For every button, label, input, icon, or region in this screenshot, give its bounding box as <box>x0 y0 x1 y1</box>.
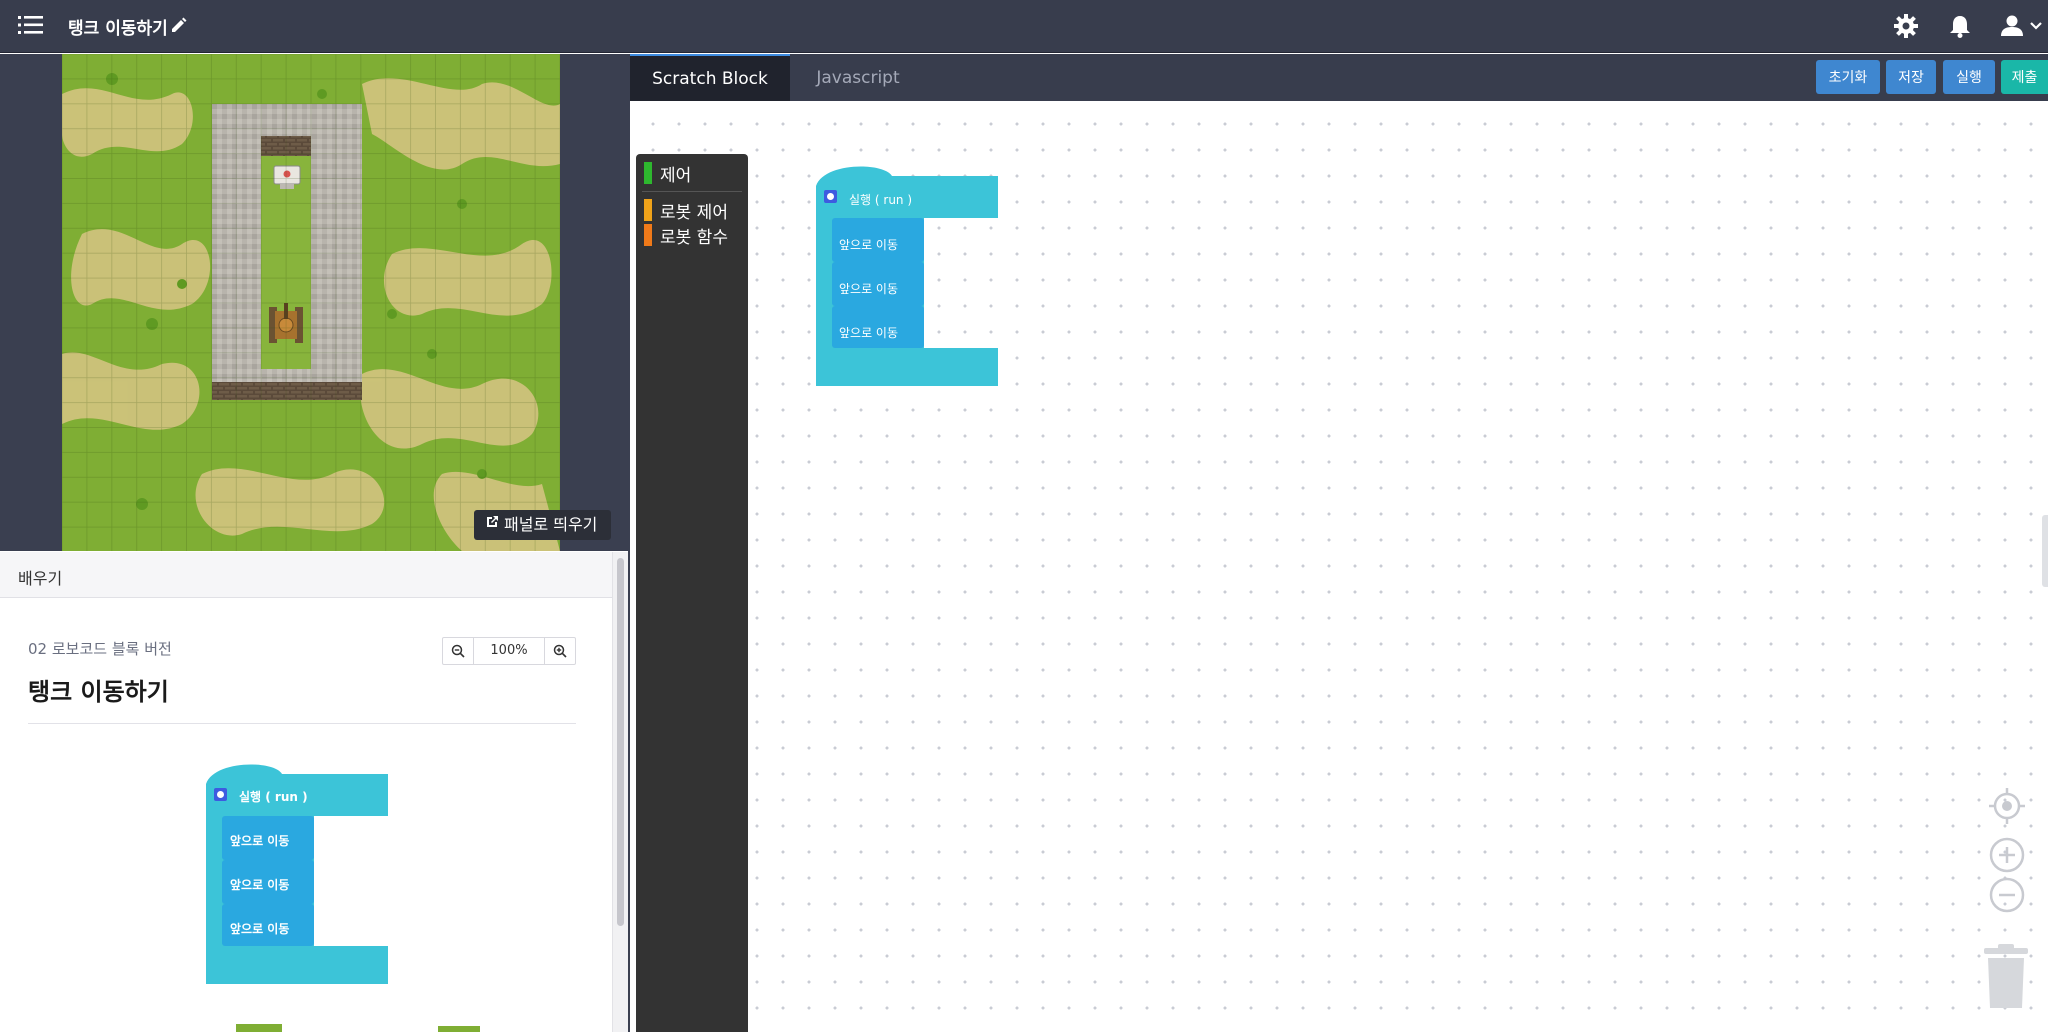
scrollbar-thumb[interactable] <box>617 558 624 926</box>
lesson-move-label: 앞으로 이동 <box>230 922 290 936</box>
lesson-scrollbar[interactable] <box>612 552 628 1032</box>
popout-panel-button[interactable]: 패널로 띄우기 <box>474 510 612 540</box>
learn-tab-header[interactable]: 배우기 <box>0 552 612 598</box>
toolbox-category-robot-control[interactable]: 로봇 제어 <box>644 199 728 223</box>
lesson-title: 탱크 이동하기 <box>28 678 169 706</box>
game-panel <box>0 54 628 551</box>
popout-label: 패널로 띄우기 <box>504 515 598 534</box>
trash-icon[interactable] <box>1982 944 2030 1014</box>
lesson-content: 02 로보코드 블록 버전 100% 탱크 이동하기 실행 ( run ) 앞으… <box>0 598 612 1032</box>
category-color-swatch <box>644 199 652 221</box>
category-color-swatch <box>644 162 652 184</box>
zoom-out-icon[interactable] <box>443 638 473 664</box>
block-toolbox: 제어 로봇 제어 로봇 함수 <box>636 154 748 1032</box>
flyout-handle[interactable] <box>2042 515 2048 587</box>
menu-icon[interactable] <box>18 14 44 36</box>
category-label: 로봇 함수 <box>660 227 728 248</box>
zoom-in-icon[interactable] <box>1989 837 2025 877</box>
settings-gear-icon[interactable] <box>1892 12 1920 40</box>
move-block-label: 앞으로 이동 <box>839 326 899 340</box>
lesson-map-thumbnail <box>438 1026 480 1032</box>
divider <box>28 723 576 724</box>
run-block-label: 실행 ( run ) <box>849 193 913 207</box>
toolbox-category-control[interactable]: 제어 <box>644 162 692 186</box>
lesson-subtitle: 02 로보코드 블록 버전 <box>28 640 172 658</box>
lesson-move-label: 앞으로 이동 <box>230 834 290 848</box>
tab-javascript[interactable]: Javascript <box>790 54 926 101</box>
top-bar: 탱크 이동하기 <box>0 0 2048 53</box>
editor-tab-bar: Scratch Block Javascript 초기화 저장 실행 제출 <box>630 54 2048 101</box>
zoom-out-icon[interactable] <box>1989 877 2025 917</box>
zoom-level: 100% <box>473 638 545 664</box>
submit-button[interactable]: 제출 <box>2001 60 2048 94</box>
page-title: 탱크 이동하기 <box>68 19 168 39</box>
run-button[interactable]: 실행 <box>1943 60 1995 94</box>
toolbox-category-robot-function[interactable]: 로봇 함수 <box>644 224 728 248</box>
game-map <box>62 54 560 551</box>
lesson-zoom-control: 100% <box>442 637 576 665</box>
category-color-swatch <box>644 224 652 246</box>
tab-scratch-block[interactable]: Scratch Block <box>630 54 790 101</box>
category-label: 로봇 제어 <box>660 202 728 223</box>
zoom-in-icon[interactable] <box>545 638 575 664</box>
move-block-label: 앞으로 이동 <box>839 238 899 252</box>
lesson-run-label: 실행 ( run ) <box>239 790 308 804</box>
lesson-move-label: 앞으로 이동 <box>230 878 290 892</box>
notification-bell-icon[interactable] <box>1946 12 1974 40</box>
move-block-label: 앞으로 이동 <box>839 282 899 296</box>
user-account-icon[interactable] <box>1998 12 2046 40</box>
edit-title-icon[interactable] <box>170 16 188 34</box>
lesson-map-thumbnail <box>236 1024 282 1032</box>
recenter-icon[interactable] <box>1989 788 2025 828</box>
save-button[interactable]: 저장 <box>1886 60 1936 94</box>
toolbox-divider <box>642 191 742 192</box>
reset-button[interactable]: 초기화 <box>1816 60 1880 94</box>
external-link-icon <box>484 510 500 540</box>
learn-tab-label: 배우기 <box>18 569 63 588</box>
category-label: 제어 <box>660 165 692 186</box>
